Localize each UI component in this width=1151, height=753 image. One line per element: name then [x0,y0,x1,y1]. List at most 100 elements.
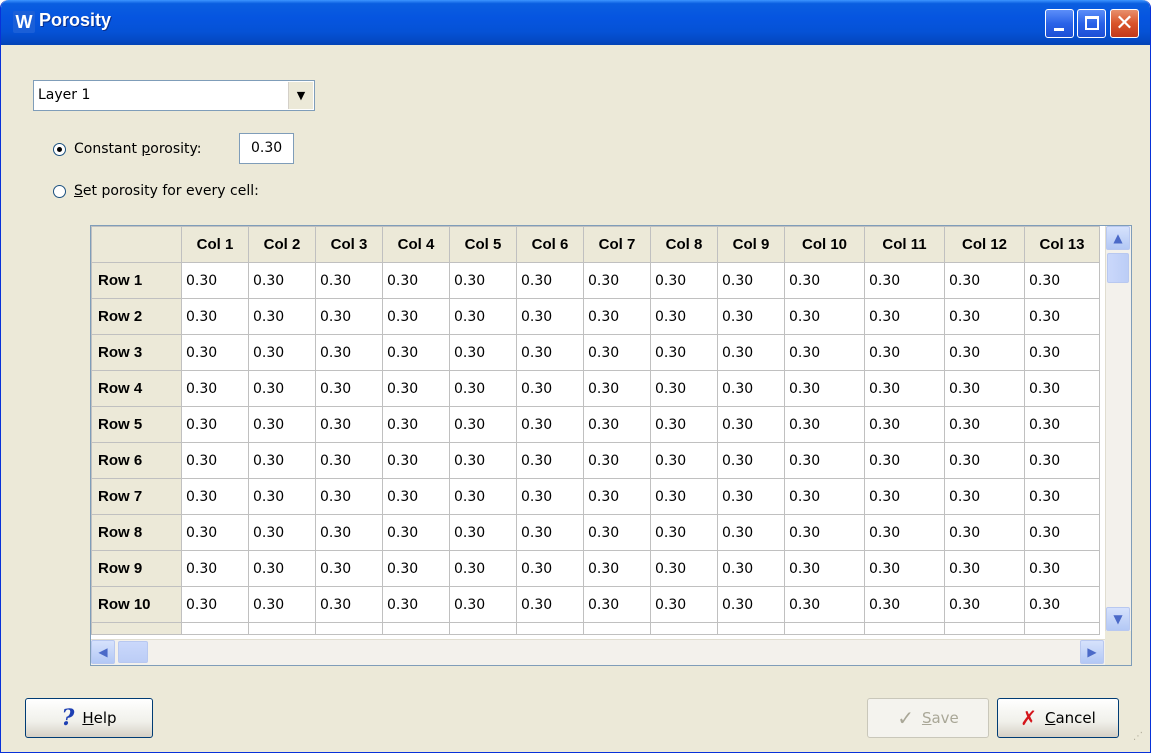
grid-cell[interactable]: 0.30 [650,442,718,479]
grid-cell[interactable]: 0.30 [784,406,865,443]
grid-cell[interactable]: 0.30 [864,370,945,407]
grid-cell[interactable]: 0.30 [382,514,450,551]
grid-cell[interactable]: 0.30 [181,586,249,623]
constant-porosity-label[interactable]: Constant porosity: [74,141,202,157]
per-cell-porosity-label[interactable]: Set porosity for every cell: [74,183,259,199]
maximize-button[interactable] [1077,9,1106,38]
grid-cell[interactable]: 0.30 [784,334,865,371]
grid-cell[interactable]: 0.30 [944,262,1025,299]
grid-cell[interactable]: 0.30 [583,298,651,335]
grid-cell[interactable]: 0.30 [944,334,1025,371]
grid-cell[interactable]: 0.30 [944,586,1025,623]
horizontal-scroll-thumb[interactable] [118,641,148,663]
row-header[interactable]: Row 10 [91,586,182,623]
grid-cell[interactable]: 0.30 [1024,298,1100,335]
grid-cell[interactable]: 0.30 [717,406,785,443]
row-header[interactable]: Row 4 [91,370,182,407]
grid-cell[interactable]: 0.30 [181,334,249,371]
grid-cell[interactable]: 0.30 [864,550,945,587]
grid-cell[interactable]: 0.30 [583,370,651,407]
grid-cell[interactable]: 0.30 [248,478,316,515]
grid-cell[interactable]: 0.30 [449,478,517,515]
title-bar[interactable]: W Porosity ✕ [1,0,1150,45]
row-header[interactable]: Row 8 [91,514,182,551]
grid-cell[interactable]: 0.30 [516,586,584,623]
column-header[interactable]: Col 1 [181,226,249,263]
grid-cell[interactable]: 0.30 [315,298,383,335]
grid-cell[interactable]: 0.30 [181,478,249,515]
grid-cell[interactable]: 0.30 [864,586,945,623]
grid-cell[interactable]: 0.30 [181,406,249,443]
column-header[interactable]: Col 6 [516,226,584,263]
grid-cell[interactable]: 0.30 [717,442,785,479]
grid-cell[interactable]: 0.30 [181,514,249,551]
grid-cell[interactable]: 0.30 [583,478,651,515]
column-header[interactable]: Col 7 [583,226,651,263]
grid-cell[interactable]: 0.30 [650,514,718,551]
column-header[interactable]: Col 9 [717,226,785,263]
column-header[interactable]: Col 13 [1024,226,1100,263]
grid-cell[interactable]: 0.30 [650,262,718,299]
column-header[interactable]: Col 11 [864,226,945,263]
grid-cell[interactable]: 0.30 [516,478,584,515]
grid-cell[interactable]: 0.30 [864,442,945,479]
grid-cell[interactable]: 0.30 [784,550,865,587]
grid-cell[interactable]: 0.30 [650,406,718,443]
grid-cell[interactable]: 0.30 [248,586,316,623]
grid-cell[interactable]: 0.30 [315,514,383,551]
grid-cell[interactable]: 0.30 [315,442,383,479]
column-header[interactable]: Col 2 [248,226,316,263]
row-header[interactable]: Row 2 [91,298,182,335]
grid-cell[interactable]: 0.30 [382,442,450,479]
grid-cell[interactable]: 0.30 [516,334,584,371]
grid-cell[interactable]: 0.30 [1024,550,1100,587]
grid-cell[interactable]: 0.30 [382,550,450,587]
grid-cell[interactable]: 0.30 [864,262,945,299]
grid-cell[interactable]: 0.30 [248,550,316,587]
constant-porosity-option[interactable]: Constant porosity: [53,141,202,157]
grid-cell[interactable]: 0.30 [1024,442,1100,479]
grid-cell[interactable]: 0.30 [944,298,1025,335]
help-button[interactable]: ? Help [25,698,153,738]
grid-cell[interactable]: 0.30 [449,406,517,443]
grid-cell[interactable]: 0.30 [516,514,584,551]
grid-cell[interactable]: 0.30 [650,370,718,407]
grid-cell[interactable]: 0.30 [650,550,718,587]
save-button[interactable]: ✓ Save [867,698,989,738]
grid-cell[interactable]: 0.30 [944,550,1025,587]
grid-cell[interactable]: 0.30 [1024,514,1100,551]
column-header[interactable]: Col 4 [382,226,450,263]
grid-cell[interactable]: 0.30 [382,334,450,371]
scroll-up-icon[interactable]: ▲ [1106,226,1130,250]
layer-dropdown[interactable]: Layer 1 ▼ [33,80,315,111]
column-header[interactable]: Col 5 [449,226,517,263]
row-header[interactable]: Row 6 [91,442,182,479]
grid-cell[interactable]: 0.30 [382,586,450,623]
row-header[interactable]: Row 1 [91,262,182,299]
grid-cell[interactable]: 0.30 [1024,262,1100,299]
column-header[interactable]: Col 3 [315,226,383,263]
grid-cell[interactable]: 0.30 [864,406,945,443]
grid-cell[interactable]: 0.30 [181,298,249,335]
constant-porosity-input[interactable]: 0.30 [239,133,294,164]
scroll-down-icon[interactable]: ▼ [1106,607,1130,631]
grid-cell[interactable]: 0.30 [382,406,450,443]
chevron-down-icon[interactable]: ▼ [288,82,313,109]
grid-cell[interactable]: 0.30 [717,586,785,623]
grid-cell[interactable]: 0.30 [583,442,651,479]
grid-cell[interactable]: 0.30 [248,334,316,371]
grid-cell[interactable]: 0.30 [248,370,316,407]
grid-cell[interactable]: 0.30 [516,298,584,335]
grid-cell[interactable]: 0.30 [1024,406,1100,443]
constant-porosity-radio[interactable] [53,142,66,156]
grid-cell[interactable]: 0.30 [248,406,316,443]
grid-cell[interactable]: 0.30 [181,262,249,299]
grid-cell[interactable]: 0.30 [717,514,785,551]
vertical-scrollbar[interactable]: ▲ ▼ [1105,226,1131,631]
row-header[interactable]: Row 5 [91,406,182,443]
per-cell-porosity-option[interactable]: Set porosity for every cell: [53,183,259,199]
grid-cell[interactable]: 0.30 [1024,334,1100,371]
grid-cell[interactable]: 0.30 [315,478,383,515]
grid-cell[interactable]: 0.30 [864,514,945,551]
scroll-right-icon[interactable]: ▶ [1080,640,1104,664]
